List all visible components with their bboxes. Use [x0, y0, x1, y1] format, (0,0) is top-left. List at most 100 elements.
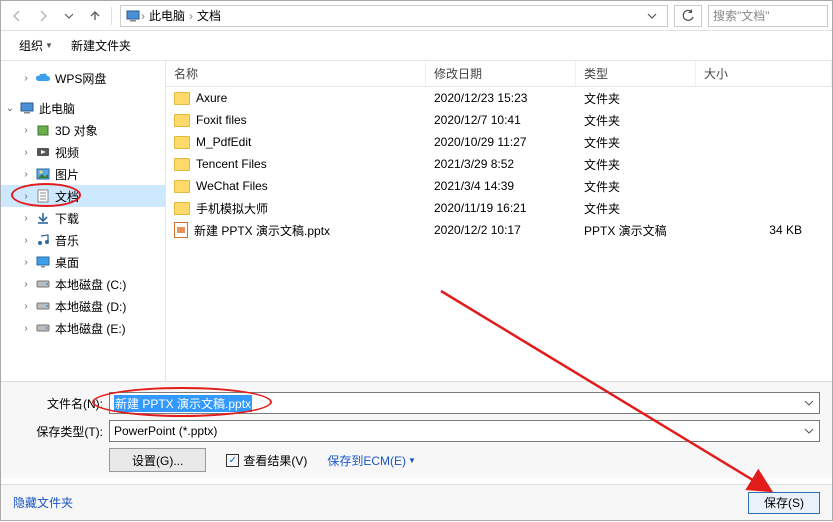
sidebar-item-2[interactable]: ›图片 [1, 163, 165, 185]
organize-label: 组织 [19, 37, 43, 54]
expand-icon[interactable]: › [21, 147, 31, 158]
sidebar-item-8[interactable]: › 本地磁盘 (D:) [1, 295, 165, 317]
chevron-down-icon: ▼ [408, 456, 416, 465]
file-type: PPTX 演示文稿 [576, 222, 696, 239]
expand-icon[interactable]: › [21, 169, 31, 180]
col-date[interactable]: 修改日期 [426, 61, 576, 86]
file-type: 文件夹 [576, 90, 696, 107]
expand-icon[interactable]: › [21, 213, 31, 224]
sidebar-item-5[interactable]: › 音乐 [1, 229, 165, 251]
col-name[interactable]: 名称 [166, 61, 426, 86]
col-size[interactable]: 大小 [696, 61, 832, 86]
expand-icon[interactable]: › [21, 191, 31, 202]
sidebar-item-0[interactable]: › 3D 对象 [1, 119, 165, 141]
sidebar-this-pc[interactable]: ⌄ 此电脑 [1, 97, 165, 119]
search-input[interactable]: 搜索"文档" [708, 5, 828, 27]
sidebar-item-4[interactable]: › 下载 [1, 207, 165, 229]
organize-menu[interactable]: 组织 ▼ [13, 35, 59, 56]
file-date: 2020/10/29 11:27 [426, 135, 576, 149]
ecm-label: 保存到ECM(E) [327, 452, 406, 469]
save-ecm-link[interactable]: 保存到ECM(E) ▼ [327, 452, 416, 469]
separator [111, 7, 112, 25]
filename-value: 新建 PPTX 演示文稿.pptx [114, 395, 252, 412]
refresh-icon [681, 9, 695, 23]
cloud-icon [35, 70, 51, 86]
doc-icon [35, 188, 51, 204]
refresh-button[interactable] [674, 5, 702, 27]
arrow-right-icon [36, 9, 50, 23]
sidebar-item-9[interactable]: › 本地磁盘 (E:) [1, 317, 165, 339]
collapse-icon[interactable]: ⌄ [5, 103, 15, 114]
sidebar-item-label: 下载 [55, 210, 79, 227]
sidebar-item-label: WPS网盘 [55, 70, 106, 87]
sidebar-item-label: 音乐 [55, 232, 79, 249]
arrow-up-icon [88, 9, 102, 23]
expand-icon[interactable]: › [21, 125, 31, 136]
chevron-down-icon: ▼ [45, 41, 53, 50]
col-type[interactable]: 类型 [576, 61, 696, 86]
sidebar: › WPS网盘 ⌄ 此电脑 ›3D 对象›视频›图片›文档›下载›音乐›桌面›本… [1, 61, 166, 381]
filetype-dropdown[interactable] [801, 423, 817, 439]
cube-icon [35, 122, 51, 138]
sidebar-item-6[interactable]: ›桌面 [1, 251, 165, 273]
expand-icon[interactable]: › [21, 257, 31, 268]
sidebar-item-label: 视频 [55, 144, 79, 161]
file-date: 2020/12/7 10:41 [426, 113, 576, 127]
expand-icon[interactable]: › [21, 301, 31, 312]
address-dropdown[interactable] [641, 11, 663, 21]
preview-checkbox[interactable]: ✓ 查看结果(V) [226, 452, 307, 469]
sidebar-item-3[interactable]: ›文档 [1, 185, 165, 207]
file-row[interactable]: Foxit files2020/12/7 10:41文件夹 [166, 109, 832, 131]
desktop-icon [35, 254, 51, 270]
address-bar: › 此电脑 › 文档 搜索"文档" [1, 1, 832, 31]
folder-icon [174, 180, 190, 193]
column-headers: 名称 修改日期 类型 大小 [166, 61, 832, 87]
file-row[interactable]: WeChat Files2021/3/4 14:39文件夹 [166, 175, 832, 197]
sidebar-item-label: 本地磁盘 (E:) [55, 320, 126, 337]
file-row[interactable]: M_PdfEdit2020/10/29 11:27文件夹 [166, 131, 832, 153]
filename-input[interactable]: 新建 PPTX 演示文稿.pptx [109, 392, 820, 414]
file-row[interactable]: Tencent Files2021/3/29 8:52文件夹 [166, 153, 832, 175]
crumb-documents[interactable]: 文档 [193, 7, 225, 24]
sidebar-item-label: 本地磁盘 (D:) [55, 298, 126, 315]
expand-icon[interactable]: › [21, 323, 31, 334]
crumb-this-pc[interactable]: 此电脑 [145, 7, 189, 24]
folder-icon [174, 136, 190, 149]
new-folder-button[interactable]: 新建文件夹 [65, 35, 137, 56]
file-type: 文件夹 [576, 134, 696, 151]
save-button[interactable]: 保存(S) [748, 492, 820, 514]
hide-folders-link[interactable]: 隐藏文件夹 [13, 494, 73, 511]
video-icon [35, 144, 51, 160]
filetype-value: PowerPoint (*.pptx) [114, 424, 217, 438]
filetype-select[interactable]: PowerPoint (*.pptx) [109, 420, 820, 442]
settings-button[interactable]: 设置(G)... [109, 448, 206, 472]
expand-icon[interactable]: › [21, 279, 31, 290]
sidebar-item-1[interactable]: › 视频 [1, 141, 165, 163]
file-name: 手机模拟大师 [196, 200, 268, 217]
nav-up-button[interactable] [83, 4, 107, 28]
file-row[interactable]: 手机模拟大师2020/11/19 16:21文件夹 [166, 197, 832, 219]
file-name: Tencent Files [196, 157, 267, 171]
arrow-left-icon [10, 9, 24, 23]
pc-icon [19, 100, 35, 116]
breadcrumb[interactable]: › 此电脑 › 文档 [120, 5, 668, 27]
file-row[interactable]: 新建 PPTX 演示文稿.pptx2020/12/2 10:17PPTX 演示文… [166, 219, 832, 241]
expand-icon[interactable]: › [21, 235, 31, 246]
file-row[interactable]: Axure2020/12/23 15:23文件夹 [166, 87, 832, 109]
folder-icon [174, 114, 190, 127]
nav-back-button[interactable] [5, 4, 29, 28]
search-placeholder: 搜索"文档" [713, 7, 770, 24]
filename-dropdown[interactable] [801, 395, 817, 411]
filetype-label: 保存类型(T): [13, 423, 109, 440]
sidebar-item-7[interactable]: ›本地磁盘 (C:) [1, 273, 165, 295]
file-name: WeChat Files [196, 179, 268, 193]
sidebar-wps[interactable]: › WPS网盘 [1, 67, 165, 89]
file-type: 文件夹 [576, 178, 696, 195]
folder-icon [174, 202, 190, 215]
chevron-down-icon [804, 398, 814, 408]
expand-icon[interactable]: › [21, 73, 31, 84]
sidebar-item-label: 3D 对象 [55, 122, 98, 139]
nav-recent-button[interactable] [57, 4, 81, 28]
file-type: 文件夹 [576, 112, 696, 129]
nav-forward-button[interactable] [31, 4, 55, 28]
